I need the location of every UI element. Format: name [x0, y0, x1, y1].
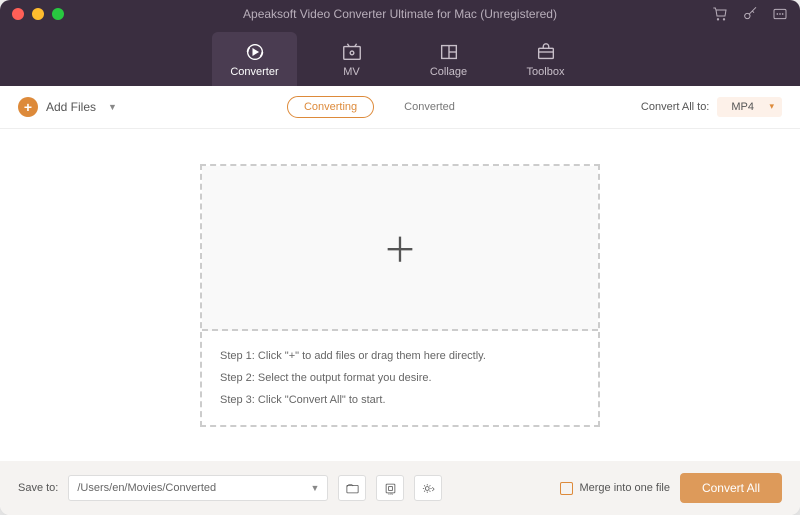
- tab-label: Collage: [430, 66, 467, 78]
- tab-mv[interactable]: MV: [309, 32, 394, 86]
- footer: Save to: /Users/en/Movies/Converted ▼ ON…: [0, 461, 800, 515]
- titlebar: Apeaksoft Video Converter Ultimate for M…: [0, 0, 800, 28]
- step-2: Step 2: Select the output format you des…: [220, 367, 580, 389]
- format-dropdown[interactable]: MP4: [717, 97, 782, 117]
- cart-icon[interactable]: [712, 6, 728, 22]
- convert-all-to: Convert All to: MP4: [641, 97, 782, 117]
- key-icon[interactable]: [742, 6, 758, 22]
- main-tabs: Converter MV Collage Toolbox: [0, 28, 800, 86]
- big-plus-icon: ＋: [383, 223, 417, 272]
- toolbar: + Add Files ▼ Converting Converted Conve…: [0, 86, 800, 129]
- mv-icon: [341, 41, 363, 63]
- gpu-toggle-button[interactable]: ON: [376, 475, 404, 501]
- window-title: Apeaksoft Video Converter Ultimate for M…: [0, 7, 800, 21]
- plus-icon: +: [18, 97, 38, 117]
- merge-label: Merge into one file: [579, 482, 670, 494]
- instructions: Step 1: Click "+" to add files or drag t…: [202, 331, 598, 425]
- status-segment: Converting Converted: [287, 96, 471, 118]
- chevron-down-icon: ▼: [108, 102, 117, 112]
- menu-icon[interactable]: [772, 6, 788, 22]
- convert-all-button[interactable]: Convert All: [680, 473, 782, 503]
- header-actions: [712, 6, 788, 22]
- save-to-path: /Users/en/Movies/Converted: [77, 482, 306, 494]
- converting-tab[interactable]: Converting: [287, 96, 374, 118]
- checkbox-icon: [560, 482, 573, 495]
- traffic-lights: [12, 8, 64, 20]
- open-folder-button[interactable]: [338, 475, 366, 501]
- settings-button[interactable]: [414, 475, 442, 501]
- add-files-dropzone[interactable]: ＋: [202, 166, 598, 331]
- svg-text:ON: ON: [388, 491, 393, 495]
- step-1: Step 1: Click "+" to add files or drag t…: [220, 345, 580, 367]
- minimize-icon[interactable]: [32, 8, 44, 20]
- collage-icon: [438, 41, 460, 63]
- maximize-icon[interactable]: [52, 8, 64, 20]
- app-window: Apeaksoft Video Converter Ultimate for M…: [0, 0, 800, 515]
- tab-label: MV: [343, 66, 360, 78]
- converted-tab[interactable]: Converted: [388, 97, 471, 117]
- tab-label: Toolbox: [527, 66, 565, 78]
- dropzone: ＋ Step 1: Click "+" to add files or drag…: [200, 164, 600, 427]
- step-3: Step 3: Click "Convert All" to start.: [220, 389, 580, 411]
- add-files-button[interactable]: + Add Files ▼: [18, 97, 117, 117]
- save-to-label: Save to:: [18, 482, 58, 494]
- tab-collage[interactable]: Collage: [406, 32, 491, 86]
- converter-icon: [244, 41, 266, 63]
- tab-label: Converter: [230, 66, 278, 78]
- save-to-dropdown[interactable]: /Users/en/Movies/Converted ▼: [68, 475, 328, 501]
- tab-converter[interactable]: Converter: [212, 32, 297, 86]
- add-files-label: Add Files: [46, 100, 96, 114]
- toolbox-icon: [535, 41, 557, 63]
- merge-checkbox[interactable]: Merge into one file: [560, 482, 670, 495]
- tab-toolbox[interactable]: Toolbox: [503, 32, 588, 86]
- header: Apeaksoft Video Converter Ultimate for M…: [0, 0, 800, 86]
- chevron-down-icon: ▼: [310, 483, 319, 493]
- main-area: ＋ Step 1: Click "+" to add files or drag…: [0, 129, 800, 461]
- close-icon[interactable]: [12, 8, 24, 20]
- convert-all-to-label: Convert All to:: [641, 101, 709, 113]
- format-value: MP4: [731, 101, 754, 113]
